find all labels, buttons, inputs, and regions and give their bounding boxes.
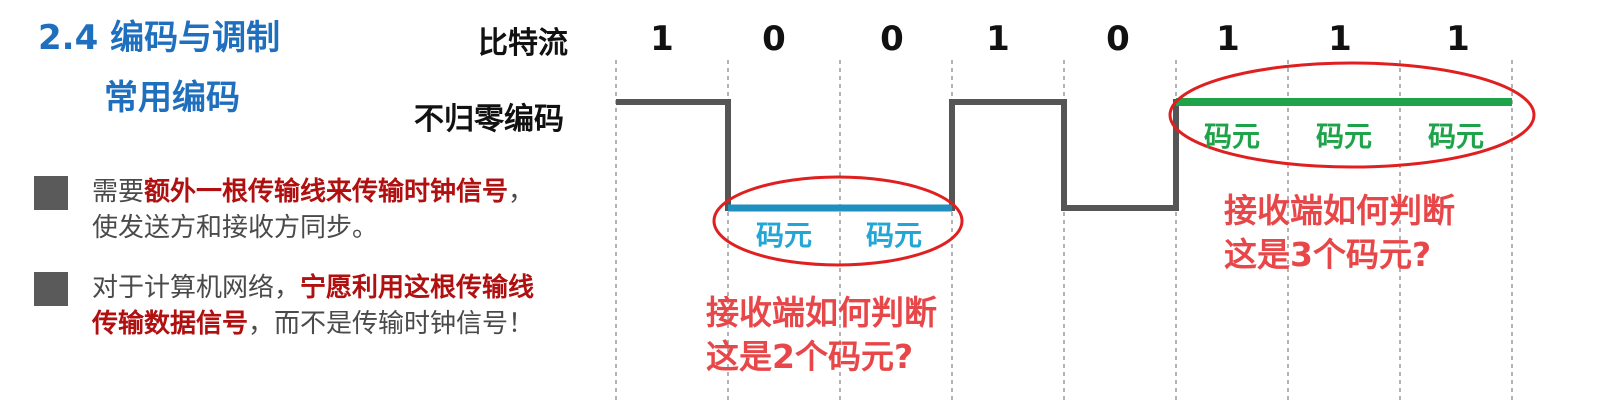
bit-value: 1 <box>1446 19 1470 59</box>
bit-value: 1 <box>1216 19 1240 59</box>
bit-values: 1 0 0 1 0 1 1 1 <box>650 19 1470 59</box>
bit-value: 1 <box>1328 19 1352 59</box>
symbol-label: 码元 <box>1316 120 1372 153</box>
bit-value: 0 <box>1106 19 1130 59</box>
question-three-line-2: 这是3个码元? <box>1224 235 1431 274</box>
bit-value: 1 <box>986 19 1010 59</box>
two-symbol-ellipse <box>712 175 964 267</box>
question-three-line-1: 接收端如何判断 <box>1224 191 1455 230</box>
symbol-label: 码元 <box>866 219 922 252</box>
bit-value: 1 <box>650 19 674 59</box>
bit-value: 0 <box>880 19 904 59</box>
symbol-label: 码元 <box>756 219 812 252</box>
symbol-label: 码元 <box>1204 120 1260 153</box>
nrz-diagram: 1 0 0 1 0 1 1 1 码元 码元 码元 码元 码元 接收端如何判断 这… <box>615 19 1536 400</box>
symbol-label: 码元 <box>1428 120 1484 153</box>
question-two-line-2: 这是2个码元? <box>706 337 913 376</box>
bit-value: 0 <box>762 19 786 59</box>
slide: 2.4 编码与调制 常用编码 需要额外一根传输线来传输时钟信号， 使发送方和接收… <box>0 0 1604 400</box>
question-two-line-1: 接收端如何判断 <box>706 293 937 332</box>
